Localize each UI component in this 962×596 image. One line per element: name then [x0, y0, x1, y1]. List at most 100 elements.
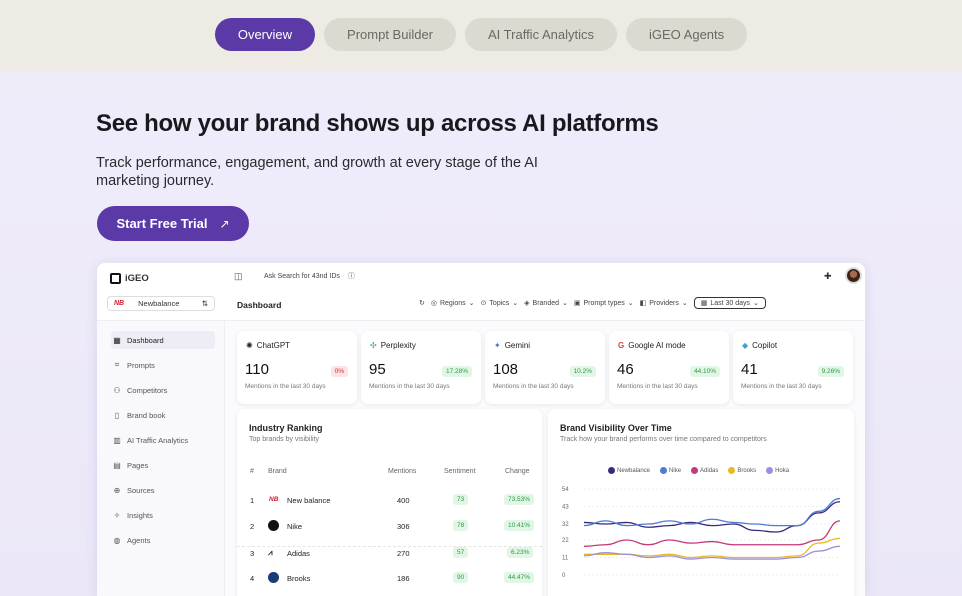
filter-regions[interactable]: ◎ Regions ⌄	[431, 297, 475, 309]
sidebar-item-label: AI Traffic Analytics	[127, 435, 189, 445]
legend-label: Nike	[669, 467, 682, 474]
row-rank: 4	[250, 574, 255, 583]
sidebar-item-brand-book[interactable]: ▯ Brand book	[111, 406, 215, 424]
arrow-up-right-icon: ↗	[219, 216, 230, 231]
table-row[interactable]: 1 NB New balance 400 73 73.53%	[237, 494, 542, 522]
row-sentiment-badge: 57	[453, 547, 469, 558]
refresh-icon[interactable]: ↻	[419, 297, 425, 309]
table-row[interactable]: 2 Nike 306 78 10.41%	[237, 520, 542, 548]
filter-providers[interactable]: ◧ Providers ⌄	[640, 297, 688, 309]
provider-card-chatgpt[interactable]: ✺ ChatGPT 110 0% Mentions in the last 30 …	[237, 331, 357, 404]
row-sentiment-badge: 90	[453, 572, 469, 583]
legend-swatch	[660, 467, 668, 474]
column-header-rank: #	[250, 468, 254, 475]
cta-label: Start Free Trial	[116, 216, 208, 231]
sidebar-item-dashboard[interactable]: ▦ Dashboard	[111, 331, 215, 349]
brand-selector[interactable]: NB Newbalance ⇅	[107, 296, 215, 311]
sidebar: ▦ Dashboard ⌗ Prompts ⚇ Competitors ▯ Brand …	[97, 321, 225, 596]
row-sentiment-badge: 78	[453, 520, 469, 531]
sidebar-item-agents[interactable]: ◍ Agents	[111, 531, 215, 549]
legend-item[interactable]: Adidas	[691, 467, 718, 474]
sidebar-item-insights[interactable]: ✧ Insights	[111, 506, 215, 524]
sidebar-toggle-icon[interactable]: ◫	[234, 271, 243, 282]
dashboard-preview: iGEO NB Newbalance ⇅ ◫ Ask Search for 43…	[97, 263, 865, 596]
copilot-icon: ◆	[742, 341, 749, 350]
legend-item[interactable]: Newbalance	[608, 467, 650, 474]
start-free-trial-button[interactable]: Start Free Trial ↗	[97, 206, 249, 241]
sidebar-item-pages[interactable]: ▤ Pages	[111, 456, 215, 474]
table-row[interactable]: 3 ⩘ Adidas 270 57 6.23%	[237, 546, 542, 572]
row-rank: 2	[250, 522, 255, 531]
filter-label: Prompt types	[583, 299, 625, 307]
card-label: Mentions in the last 30 days	[245, 383, 326, 390]
tab-prompt-builder[interactable]: Prompt Builder	[324, 18, 457, 51]
chart-legend: Newbalance Nike Adidas Brooks Hoka	[608, 467, 789, 474]
row-brand: Adidas	[287, 549, 310, 558]
sidebar-item-sources[interactable]: ⊕ Sources	[111, 481, 215, 499]
sidebar-item-prompts[interactable]: ⌗ Prompts	[111, 356, 215, 374]
search-input[interactable]: Ask Search for 43nd IDs ⓘ	[264, 271, 355, 281]
topics-icon: ⊙	[480, 300, 487, 307]
provider-card-perplexity[interactable]: ✣ Perplexity 95 17.28% Mentions in the la…	[361, 331, 481, 404]
filter-date-range[interactable]: ▦ Last 30 days ⌄	[693, 297, 766, 309]
sidebar-item-label: Competitors	[127, 385, 168, 395]
card-name: Copilot	[752, 341, 778, 350]
search-placeholder: Ask Search for 43nd IDs	[264, 273, 340, 280]
row-change-badge: 10.41%	[504, 520, 535, 531]
series-line-hoka[interactable]	[583, 545, 841, 560]
card-change-badge: 10.2%	[569, 366, 596, 377]
legend-item[interactable]: Hoka	[766, 467, 789, 474]
column-header-sentiment: Sentiment	[444, 468, 476, 475]
row-sentiment-badge: 73	[453, 494, 469, 505]
card-value: 41	[741, 361, 758, 378]
card-name: Perplexity	[380, 341, 416, 350]
card-name: Google AI mode	[628, 341, 686, 350]
adidas-logo-icon: ⩘	[268, 548, 273, 557]
table-row[interactable]: 4 Brooks 186 90 44.47%	[237, 572, 542, 596]
sidebar-item-competitors[interactable]: ⚇ Competitors	[111, 381, 215, 399]
globe-icon: ◎	[430, 300, 437, 307]
card-change-badge: 44.10%	[689, 366, 720, 377]
brooks-logo-icon	[268, 572, 279, 583]
legend-item[interactable]: Nike	[660, 467, 681, 474]
gemini-icon: ✦	[494, 341, 501, 350]
avatar[interactable]	[845, 267, 862, 284]
tab-igeo-agents[interactable]: iGEO Agents	[625, 18, 748, 51]
series-line-nike[interactable]	[583, 497, 841, 527]
filter-label: Topics	[489, 299, 510, 307]
industry-ranking-panel: Industry Ranking Top brands by visibilit…	[237, 409, 542, 596]
sidebar-item-label: Agents	[127, 535, 151, 545]
legend-swatch	[691, 467, 699, 474]
tab-ai-traffic-analytics[interactable]: AI Traffic Analytics	[465, 18, 617, 51]
provider-card-gemini[interactable]: ✦ Gemini 108 10.2% Mentions in the last 3…	[485, 331, 605, 404]
sidebar-item-label: Pages	[127, 460, 149, 470]
y-tick-label: 22	[562, 538, 569, 544]
row-mentions: 306	[397, 522, 410, 531]
filter-prompt-types[interactable]: ▣ Prompt types ⌄	[574, 297, 634, 309]
card-label: Mentions in the last 30 days	[741, 383, 822, 390]
card-label: Mentions in the last 30 days	[369, 383, 450, 390]
app-logo[interactable]: iGEO	[110, 273, 149, 284]
filter-topics[interactable]: ⊙ Topics ⌄	[481, 297, 519, 309]
card-value: 46	[617, 361, 634, 378]
filter-branded[interactable]: ◈ Branded ⌄	[524, 297, 568, 309]
sidebar-item-label: Insights	[127, 510, 153, 520]
card-name: ChatGPT	[256, 341, 291, 350]
brand-selector-value: Newbalance	[138, 299, 180, 308]
pages-icon: ▤	[113, 460, 121, 470]
sidebar-item-ai-traffic-analytics[interactable]: ▥ AI Traffic Analytics	[111, 431, 215, 449]
tab-overview[interactable]: Overview	[214, 18, 316, 51]
chevron-updown-icon: ⇅	[201, 299, 208, 308]
column-header-change: Change	[505, 468, 530, 475]
provider-card-copilot[interactable]: ◆ Copilot 41 9.26% Mentions in the last 3…	[733, 331, 853, 404]
logo-icon	[110, 273, 121, 284]
calendar-icon: ▦	[700, 300, 708, 307]
row-change-badge: 73.53%	[504, 494, 535, 505]
card-value: 95	[369, 361, 386, 378]
provider-card-google-ai-mode[interactable]: G Google AI mode 46 44.10% Mentions in th…	[609, 331, 729, 404]
uk-flag-icon[interactable]: ✚	[824, 271, 832, 282]
tag-icon: ◈	[524, 300, 530, 307]
legend-item[interactable]: Brooks	[728, 467, 756, 474]
newbalance-logo-icon: NB	[269, 496, 279, 503]
filter-label: Regions	[439, 299, 466, 307]
